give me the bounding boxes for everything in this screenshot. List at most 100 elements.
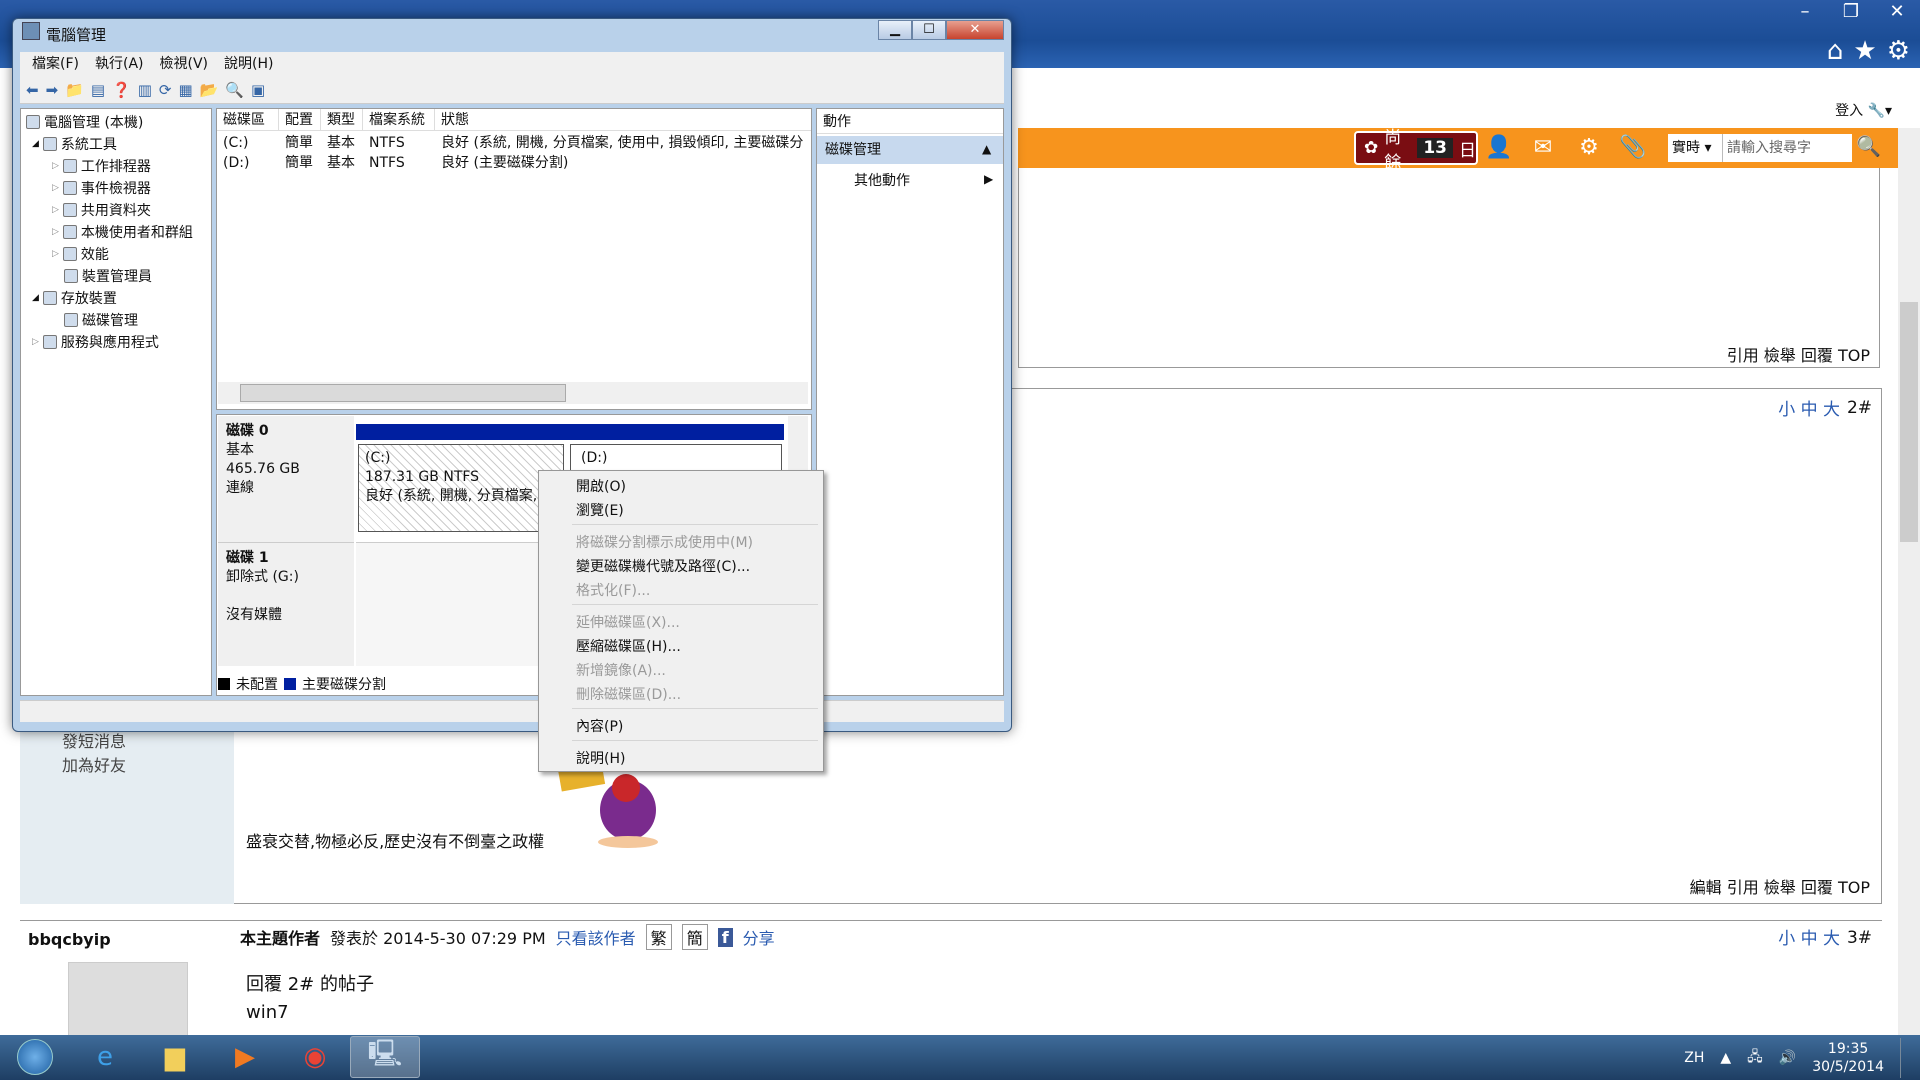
simplified-button[interactable]: 簡	[681, 924, 708, 950]
share-link[interactable]: 分享	[743, 925, 775, 949]
menu-item-explore[interactable]: 瀏覽(E)	[576, 500, 624, 520]
export-icon[interactable]: ▣	[251, 81, 265, 99]
mail-icon[interactable]: ✉	[1526, 132, 1560, 164]
post-3-author[interactable]: bbqcbyip	[28, 930, 111, 949]
computer-management-taskbar-icon[interactable]: 🖳	[350, 1036, 420, 1078]
table-row[interactable]: (D:) 簡單 基本 NTFS 良好 (主要磁碟分割)	[217, 153, 811, 173]
tree-computer-management[interactable]: 電腦管理 (本機)	[26, 112, 143, 132]
star-icon[interactable]: ★	[1853, 36, 1876, 66]
clock-date: 30/5/2014	[1812, 1058, 1884, 1075]
close-icon[interactable]: ✕	[1874, 0, 1920, 26]
traditional-button[interactable]: 繁	[645, 924, 672, 950]
post-3-font-size[interactable]: 小 中 大	[1778, 924, 1840, 949]
network-icon[interactable]: 🖧	[1747, 1046, 1763, 1070]
disk-1-info[interactable]: 磁碟 1 卸除式 (G:) 沒有媒體	[218, 542, 354, 666]
home-icon[interactable]: ⌂	[1827, 36, 1844, 66]
language-indicator[interactable]: ZH	[1684, 1050, 1704, 1066]
tree-local-users[interactable]: ▷ 本機使用者和群組	[52, 222, 193, 242]
search-icon[interactable]: 🔍	[1856, 134, 1881, 158]
table-row[interactable]: (C:) 簡單 基本 NTFS 良好 (系統, 開機, 分頁檔案, 使用中, 損…	[217, 133, 811, 153]
post-2-font-size[interactable]: 小 中 大	[1778, 395, 1840, 420]
tree-event-viewer[interactable]: ▷ 事件檢視器	[52, 178, 151, 198]
show-desktop-button[interactable]	[1900, 1037, 1910, 1078]
actions-section-disk-management[interactable]: 磁碟管理	[817, 136, 1003, 164]
expand-arrow-icon[interactable]: ▷	[32, 337, 39, 347]
search-input[interactable]: 請輸入搜尋字	[1722, 134, 1852, 162]
back-icon[interactable]: ⬅	[26, 81, 39, 99]
maximize-button[interactable]: ☐	[912, 20, 946, 40]
tree-task-scheduler[interactable]: ▷ 工作排程器	[52, 156, 151, 176]
column-header[interactable]: 配置	[279, 109, 321, 130]
horizontal-scroll-thumb[interactable]	[240, 384, 566, 402]
partition-c[interactable]: (C:) 187.31 GB NTFS 良好 (系統, 開機, 分頁檔案,	[358, 444, 564, 532]
ie-icon[interactable]: e	[70, 1036, 140, 1078]
search-disk-icon[interactable]: 🔍	[225, 81, 244, 99]
tree-shared-folders[interactable]: ▷ 共用資料夾	[52, 200, 151, 220]
tree-disk-management[interactable]: 磁碟管理	[64, 310, 138, 330]
minimize-icon[interactable]: –	[1782, 0, 1828, 26]
menu-help[interactable]: 說明(H)	[224, 52, 273, 76]
up-folder-icon[interactable]: 📁	[65, 81, 84, 99]
expand-arrow-icon[interactable]: ▷	[52, 227, 59, 237]
column-header[interactable]: 磁碟區	[217, 109, 279, 130]
other-actions[interactable]: 其他動作	[854, 170, 910, 190]
column-header[interactable]: 檔案系統	[363, 109, 435, 130]
restore-icon[interactable]: ❐	[1828, 0, 1874, 26]
show-hide-tree-icon[interactable]: ▤	[91, 81, 105, 99]
expand-arrow-icon[interactable]: ▷	[52, 249, 59, 259]
tree-system-tools[interactable]: ◢ 系統工具	[32, 134, 117, 154]
page-scroll-thumb[interactable]	[1900, 302, 1918, 542]
menu-item-open[interactable]: 開啟(O)	[576, 476, 626, 496]
tree-device-manager[interactable]: 裝置管理員	[64, 266, 152, 286]
column-header[interactable]: 類型	[321, 109, 363, 130]
tray-expand-icon[interactable]: ▲	[1720, 1050, 1731, 1066]
forward-icon[interactable]: ➡	[46, 81, 59, 99]
collapse-arrow-icon[interactable]: ◢	[32, 139, 39, 149]
user-icon[interactable]: 👤	[1482, 132, 1516, 164]
minimize-button[interactable]: ▁	[878, 20, 912, 40]
open-icon[interactable]: 📂	[200, 81, 219, 99]
menu-item-shrink[interactable]: 壓縮磁碟區(H)...	[576, 636, 681, 656]
tree-performance[interactable]: ▷ 效能	[52, 244, 109, 264]
facebook-icon[interactable]: f	[717, 927, 733, 947]
paperclip-icon[interactable]: 📎	[1616, 132, 1650, 164]
refresh-icon[interactable]: ⟳	[159, 81, 172, 99]
volume-icon[interactable]: 🔊	[1779, 1050, 1796, 1066]
search-type-select[interactable]: 實時 ▾	[1668, 134, 1722, 162]
page-scrollbar[interactable]	[1898, 128, 1920, 1035]
column-header[interactable]: 狀態	[435, 109, 811, 130]
menu-item-properties[interactable]: 內容(P)	[576, 716, 623, 736]
menu-item-help[interactable]: 說明(H)	[576, 748, 625, 768]
menu-file[interactable]: 檔案(F)	[32, 52, 79, 76]
start-button[interactable]	[0, 1036, 70, 1078]
properties-icon[interactable]: ▦	[178, 81, 192, 99]
collapse-arrow-icon[interactable]: ◢	[32, 293, 39, 303]
collapse-icon[interactable]: ▲	[982, 142, 991, 156]
media-player-icon[interactable]: ▶	[210, 1036, 280, 1078]
menu-view[interactable]: 檢視(V)	[160, 52, 209, 76]
post-1-actions[interactable]: 引用 檢舉 回覆 TOP	[1727, 342, 1870, 366]
tree-storage[interactable]: ◢ 存放裝置	[32, 288, 117, 308]
settings-icon[interactable]: ⚙	[1572, 132, 1606, 164]
submenu-arrow-icon: ▶	[984, 172, 994, 186]
post-2-actions[interactable]: 編輯 引用 檢舉 回覆 TOP	[1690, 874, 1870, 898]
device-manager-icon	[64, 269, 78, 283]
expand-arrow-icon[interactable]: ▷	[52, 161, 59, 171]
volume-status: 良好 (系統, 開機, 分頁檔案, 使用中, 損毀傾印, 主要磁碟分	[441, 135, 804, 151]
expand-arrow-icon[interactable]: ▷	[52, 205, 59, 215]
disk-0-info[interactable]: 磁碟 0 基本 465.76 GB 連線	[218, 416, 354, 542]
close-button[interactable]: ✕	[946, 20, 1004, 40]
help-icon[interactable]: ❓	[112, 81, 131, 99]
menu-action[interactable]: 執行(A)	[95, 52, 144, 76]
login-link[interactable]: 登入 🔧▾	[1835, 100, 1892, 120]
menu-item-change-drive-letter[interactable]: 變更磁碟機代號及路徑(C)...	[576, 556, 750, 576]
clock[interactable]: 19:35 30/5/2014	[1812, 1040, 1884, 1076]
chrome-icon[interactable]: ◉	[280, 1036, 350, 1078]
only-author-link[interactable]: 只看該作者	[556, 925, 636, 949]
show-hide-action-icon[interactable]: ▥	[138, 81, 152, 99]
expand-arrow-icon[interactable]: ▷	[52, 183, 59, 193]
tree-services-apps[interactable]: ▷ 服務與應用程式	[32, 332, 159, 352]
add-friend-link[interactable]: 加為好友	[62, 752, 126, 776]
gear-icon[interactable]: ⚙	[1887, 36, 1910, 66]
folder-icon[interactable]: ▆	[140, 1036, 210, 1078]
